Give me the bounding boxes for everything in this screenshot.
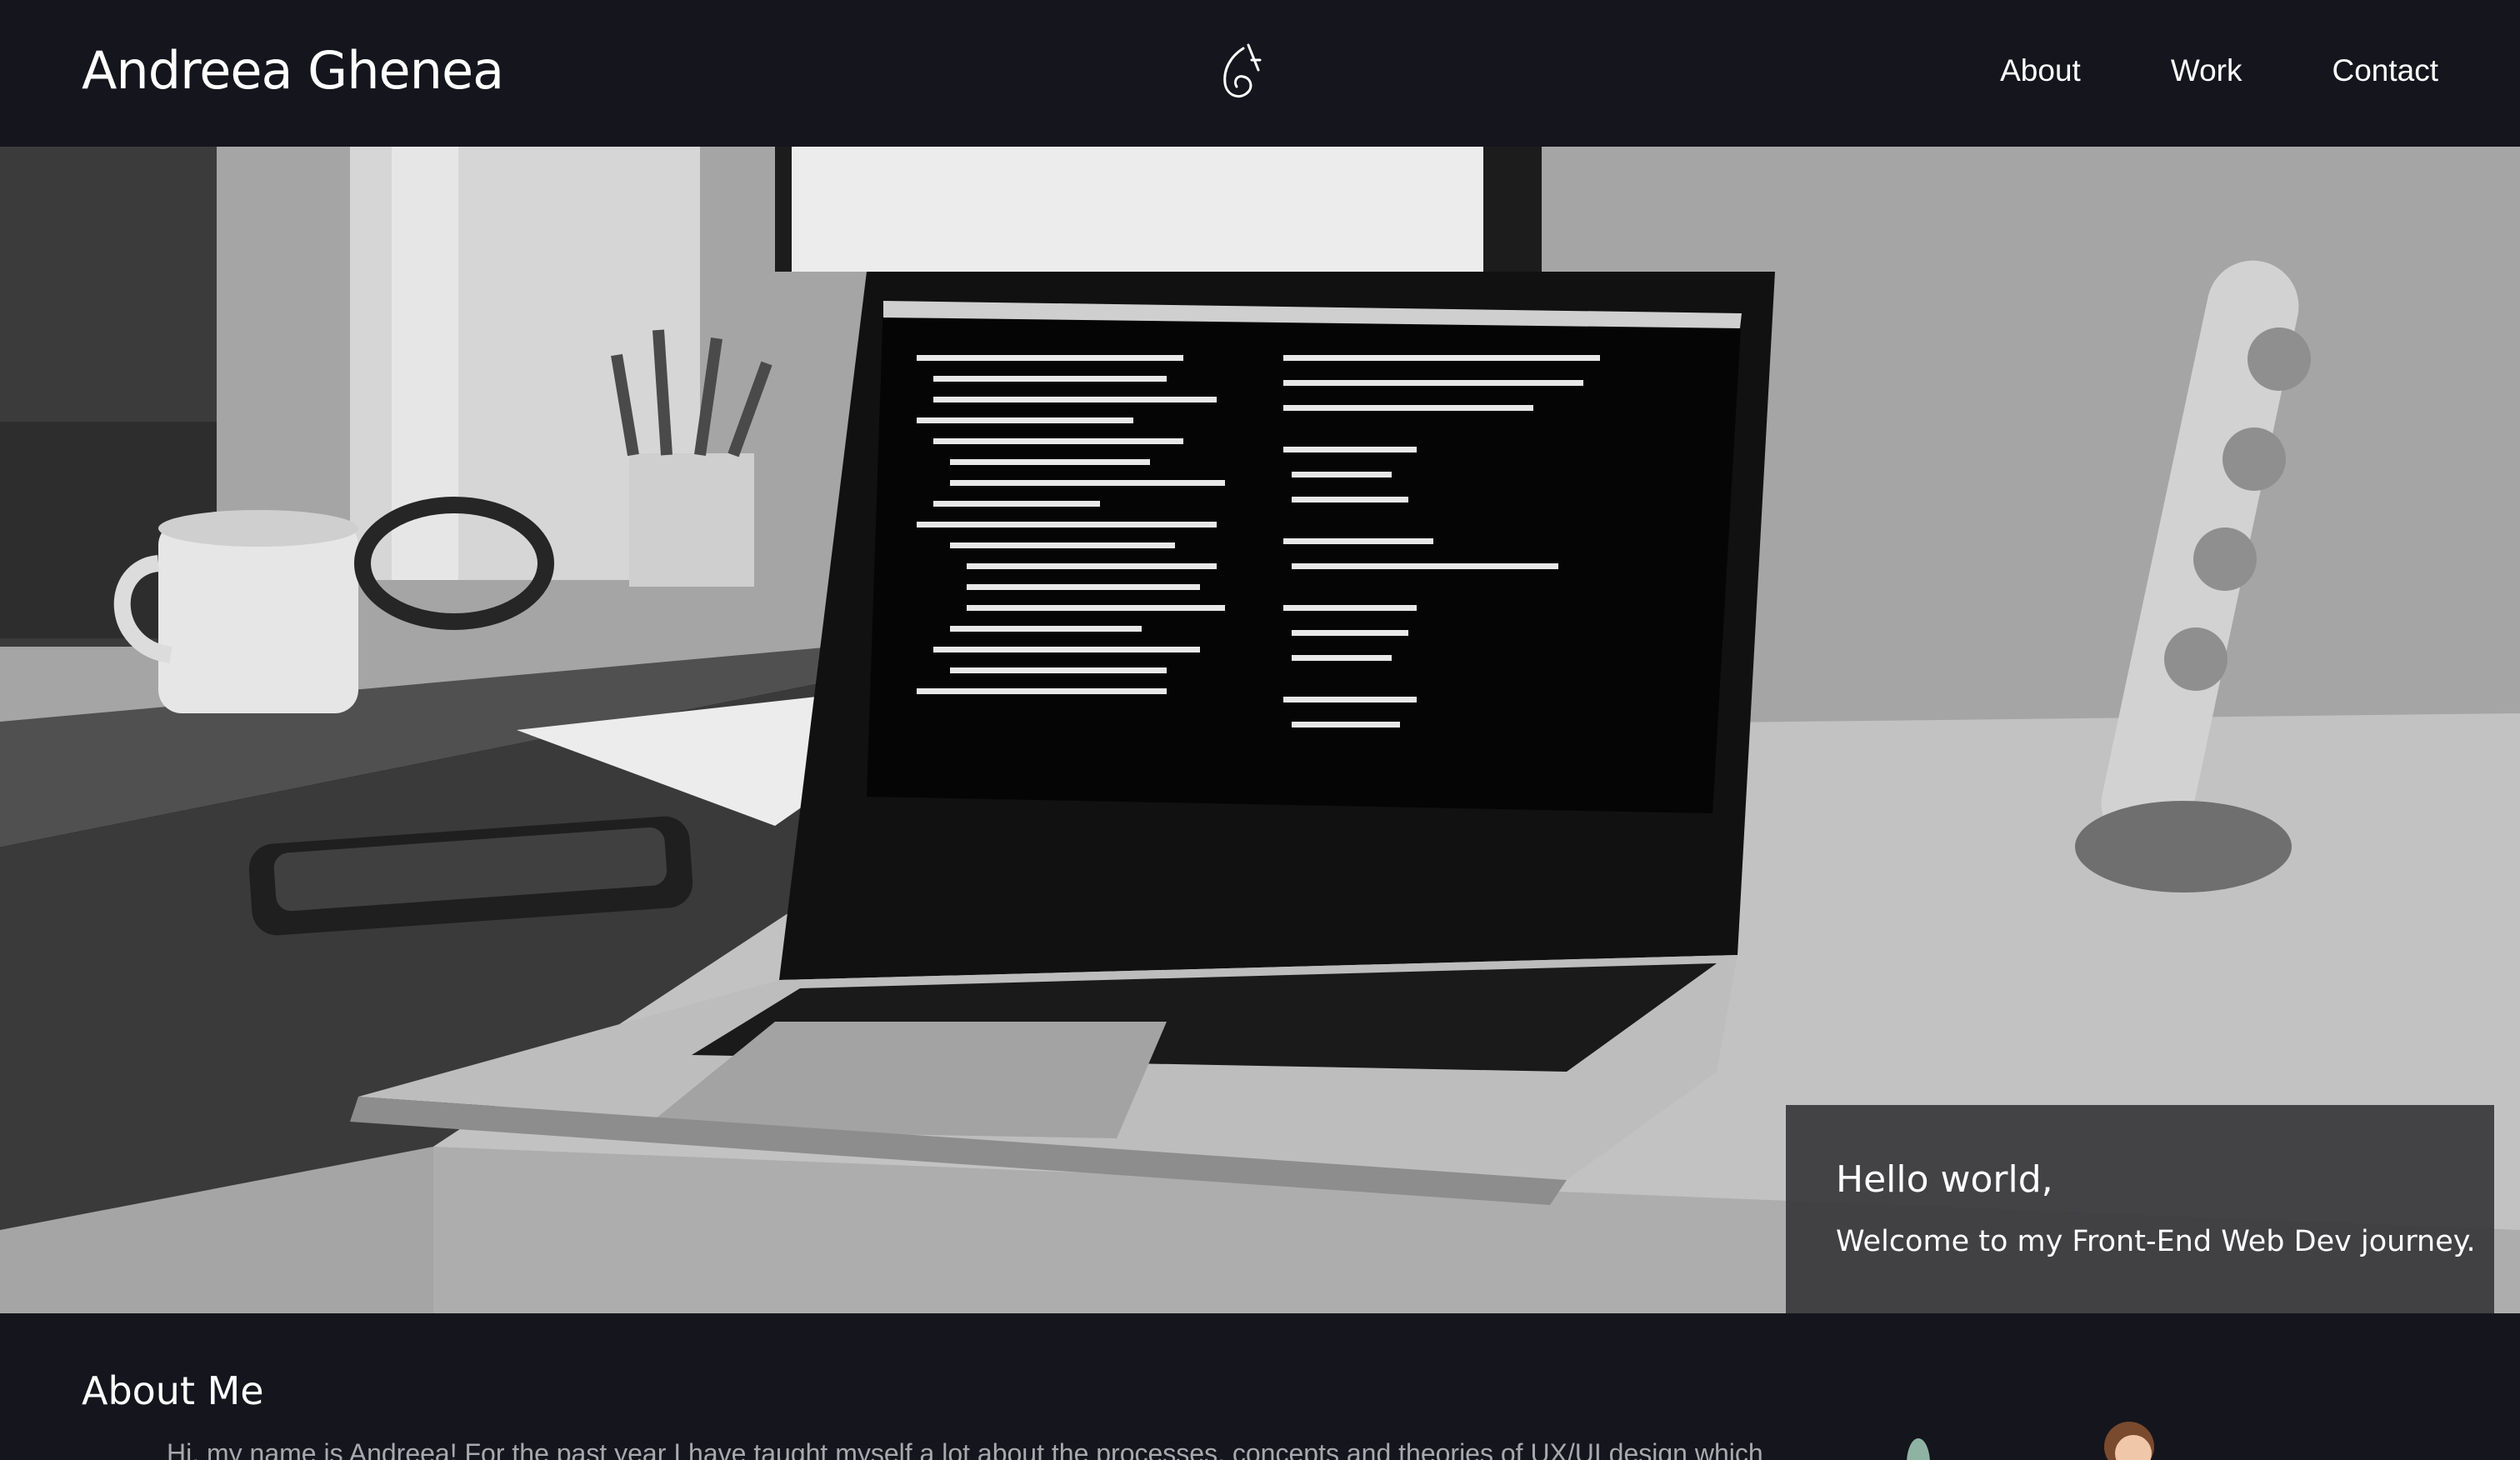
monogram-ag-icon[interactable]	[1215, 42, 1268, 105]
about-section: About Me Hi, my name is Andreea! For the…	[0, 1313, 2520, 1460]
site-header: Andreea Ghenea About Work Contact	[0, 0, 2520, 147]
nav-link-about[interactable]: About	[2000, 53, 2081, 88]
hero-greeting: Hello world,	[1836, 1158, 2053, 1201]
hero-tagline: Welcome to my Front-End Web Dev journey.	[1836, 1225, 2476, 1258]
main-nav: About Work Contact	[2000, 53, 2438, 88]
about-heading: About Me	[82, 1368, 264, 1413]
nav-link-contact[interactable]: Contact	[2332, 53, 2438, 88]
person-with-plant-illustration	[1907, 1422, 2154, 1460]
hero-welcome-card: Hello world, Welcome to my Front-End Web…	[1786, 1105, 2494, 1313]
hero-section: Hello world, Welcome to my Front-End Web…	[0, 147, 2520, 1313]
brand-name[interactable]: Andreea Ghenea	[82, 40, 504, 101]
nav-link-work[interactable]: Work	[2171, 53, 2242, 88]
about-intro-text: Hi, my name is Andreea! For the past yea…	[167, 1438, 1763, 1460]
